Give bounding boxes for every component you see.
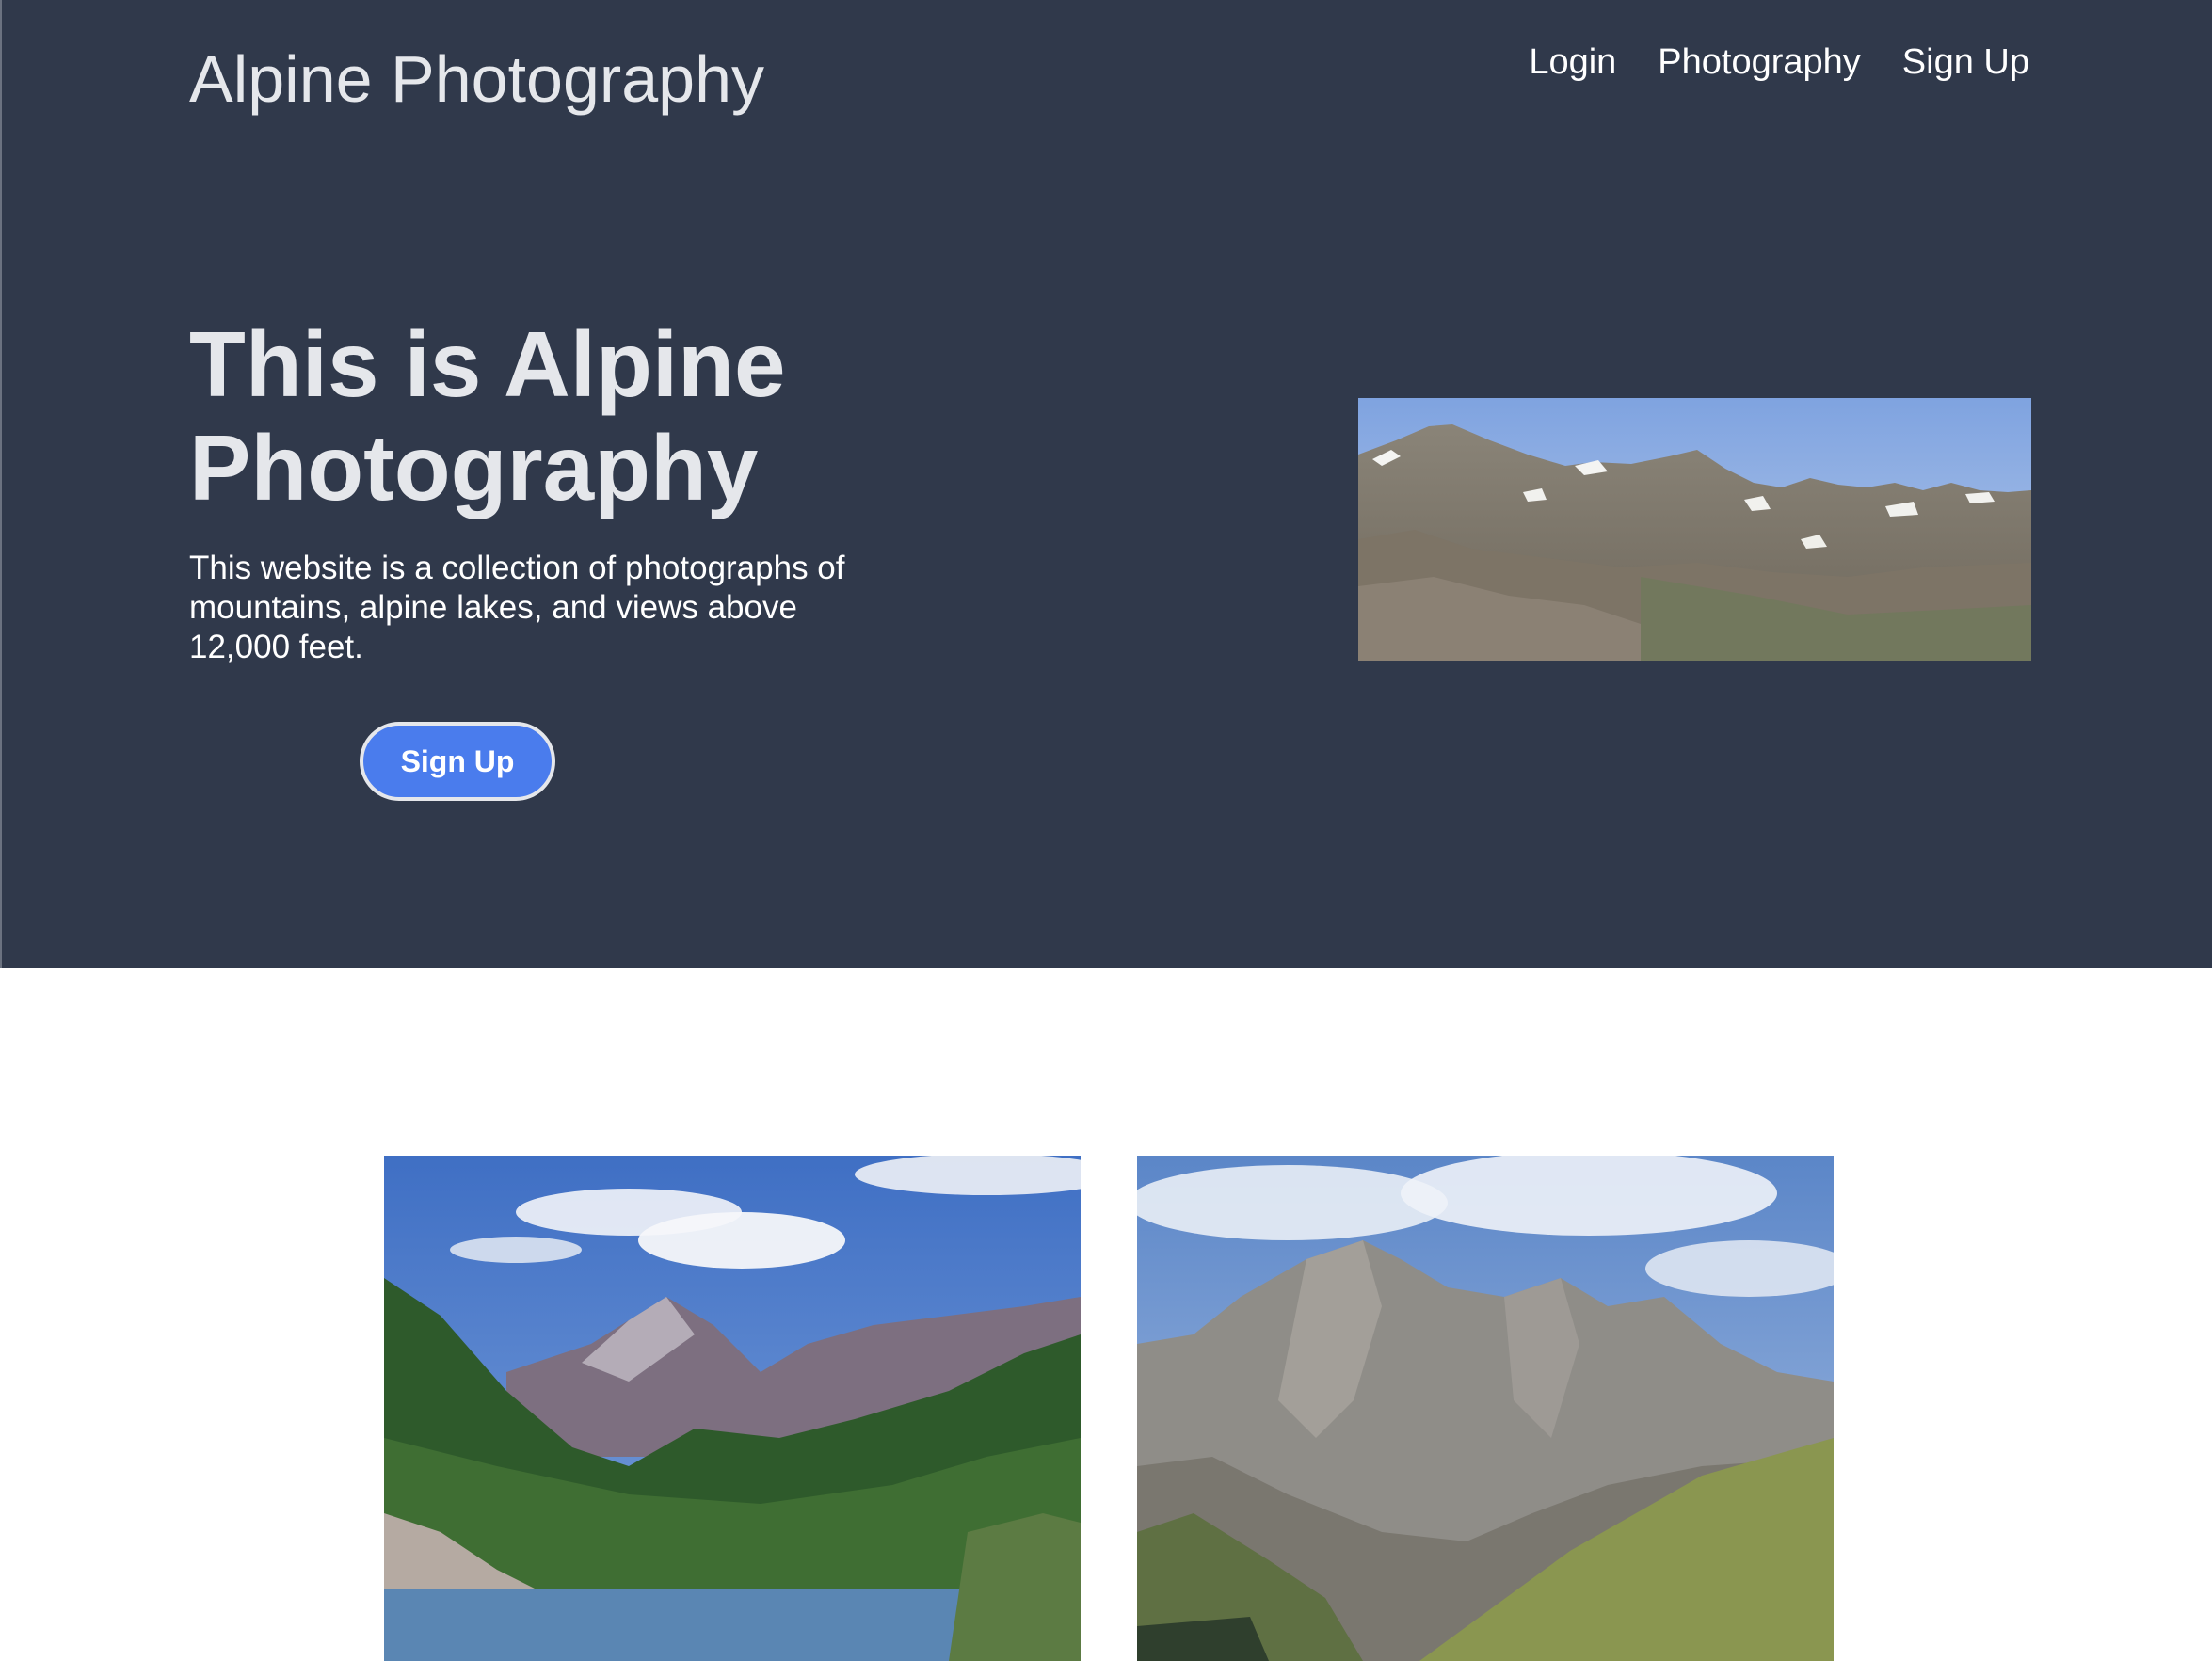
nav-link-login[interactable]: Login [1529, 38, 1616, 87]
sign-up-button[interactable]: Sign Up [360, 722, 555, 801]
brand-title[interactable]: Alpine Photography [189, 40, 764, 119]
top-nav: Login Photography Sign Up [1529, 38, 2029, 87]
hero-header: Alpine Photography Login Photography Sig… [0, 0, 2212, 968]
hero-title: This is Alpine Photography [189, 312, 786, 519]
nav-link-sign-up[interactable]: Sign Up [1902, 38, 2029, 87]
hero-description: This website is a collection of photogra… [189, 550, 845, 665]
nav-link-photography[interactable]: Photography [1658, 38, 1861, 87]
panoramic-ridge-photo [1358, 398, 2031, 661]
page: Alpine Photography Login Photography Sig… [0, 0, 2212, 1661]
rocky-peak-meadow-photo[interactable] [1137, 1156, 1834, 1661]
lake-valley-peaks-photo[interactable] [384, 1156, 1081, 1661]
